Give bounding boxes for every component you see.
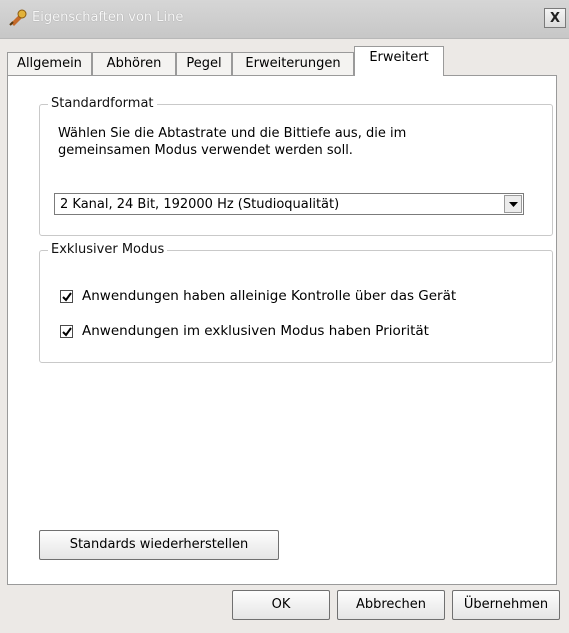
- exclusive-control-label: Anwendungen haben alleinige Kontrolle üb…: [82, 288, 457, 304]
- tab-label: Allgemein: [17, 56, 82, 71]
- tab-label: Pegel: [186, 56, 222, 71]
- tab-erweitert[interactable]: Erweitert: [354, 46, 444, 76]
- restore-defaults-label: Standards wiederherstellen: [69, 537, 249, 552]
- sample-format-value: 2 Kanal, 24 Bit, 192000 Hz (Studioqualit…: [60, 197, 340, 212]
- exclusive-control-checkbox[interactable]: [60, 290, 73, 303]
- title-bar: Eigenschaften von Line X: [0, 0, 569, 39]
- tab-panel-erweitert: Standardformat Wählen Sie die Abtastrate…: [7, 75, 557, 585]
- ok-label: OK: [271, 597, 291, 612]
- close-button[interactable]: X: [544, 8, 566, 28]
- dropdown-arrow-button[interactable]: [504, 195, 522, 213]
- standard-format-legend: Standardformat: [48, 96, 157, 111]
- cancel-button[interactable]: Abbrechen: [337, 590, 445, 620]
- chevron-down-icon: [509, 202, 518, 207]
- restore-defaults-button[interactable]: Standards wiederherstellen: [39, 530, 279, 560]
- tab-label: Erweiterungen: [245, 56, 341, 71]
- tab-label: Erweitert: [369, 50, 429, 65]
- standard-format-description: Wählen Sie die Abtastrate und die Bittie…: [58, 125, 528, 159]
- checkmark-icon: [62, 327, 72, 337]
- apply-label: Übernehmen: [463, 597, 549, 612]
- ok-button[interactable]: OK: [232, 590, 330, 620]
- standard-format-group: Standardformat Wählen Sie die Abtastrate…: [39, 96, 553, 236]
- close-icon: X: [549, 11, 561, 26]
- tab-pegel[interactable]: Pegel: [176, 52, 232, 75]
- exclusive-priority-checkbox[interactable]: [60, 325, 73, 338]
- exclusive-mode-group: Exklusiver Modus Anwendungen haben allei…: [39, 242, 553, 363]
- sample-format-dropdown[interactable]: 2 Kanal, 24 Bit, 192000 Hz (Studioqualit…: [54, 193, 524, 215]
- description-line-2: gemeinsamen Modus verwendet werden soll.: [58, 143, 353, 158]
- tab-label: Abhören: [106, 56, 162, 71]
- description-line-1: Wählen Sie die Abtastrate und die Bittie…: [58, 126, 407, 141]
- exclusive-priority-label: Anwendungen im exklusiven Modus haben Pr…: [82, 323, 429, 339]
- tab-erweiterungen[interactable]: Erweiterungen: [232, 52, 354, 75]
- tab-allgemein[interactable]: Allgemein: [7, 52, 92, 75]
- apply-button[interactable]: Übernehmen: [452, 590, 560, 620]
- tab-abhoeren[interactable]: Abhören: [92, 52, 176, 75]
- checkmark-icon: [62, 292, 72, 302]
- cancel-label: Abbrechen: [355, 597, 427, 612]
- window-title: Eigenschaften von Line: [32, 10, 184, 25]
- exclusive-mode-legend: Exklusiver Modus: [48, 242, 168, 257]
- speaker-properties-icon: [9, 9, 27, 26]
